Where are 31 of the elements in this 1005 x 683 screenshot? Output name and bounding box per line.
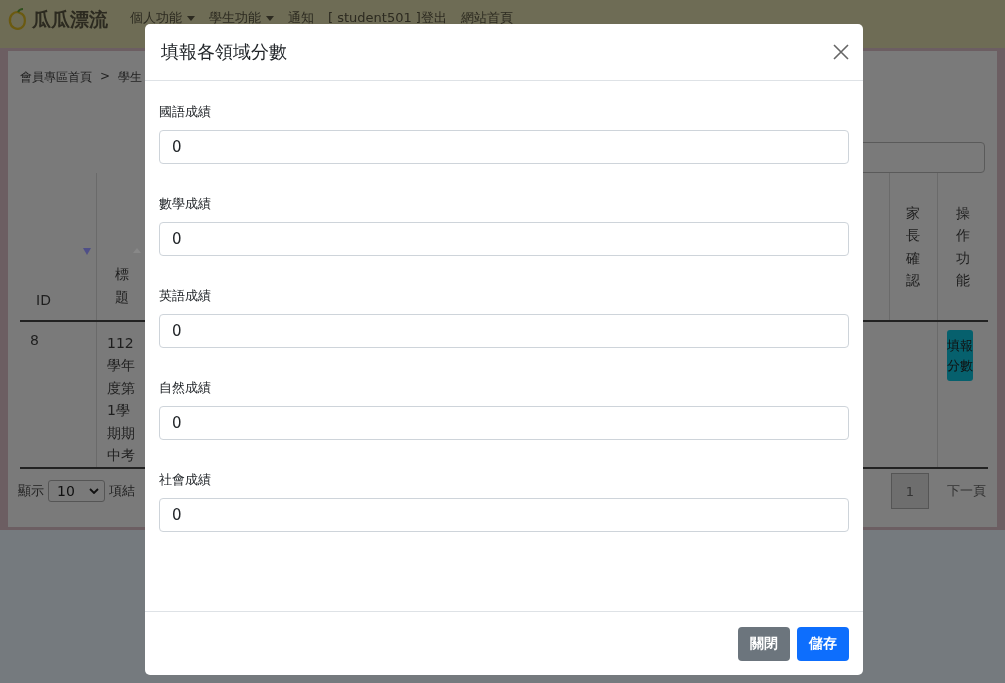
column-header[interactable]: 操作功能 — [938, 173, 988, 320]
breadcrumb-separator: > — [100, 69, 111, 85]
page-button[interactable]: 1 — [891, 473, 929, 509]
field-label: 國語成績 — [159, 103, 212, 121]
nav-link[interactable]: 通知 — [288, 9, 314, 27]
score-input[interactable]: 0 — [159, 222, 849, 256]
field-label: 數學成績 — [159, 195, 212, 213]
field-label: 社會成績 — [159, 471, 212, 489]
fill-scores-button[interactable]: 填報分數 — [947, 330, 973, 381]
field-label: 自然成績 — [159, 379, 212, 397]
nav-link[interactable]: [ student501 ]登出 — [328, 9, 447, 27]
column-header[interactable]: ID — [20, 173, 97, 320]
chevron-down-icon — [88, 488, 99, 494]
close-icon[interactable] — [833, 44, 849, 60]
breadcrumb-link[interactable]: 學生 — [118, 69, 143, 86]
modal-title: 填報各領域分數 — [161, 40, 287, 64]
length-label: 項結 — [108, 482, 135, 500]
score-input[interactable]: 0 — [159, 498, 849, 532]
nav-link[interactable]: 網站首頁 — [460, 9, 513, 27]
score-input[interactable]: 0 — [159, 406, 849, 440]
site-name: 瓜瓜漂流 — [32, 7, 108, 32]
modal-button[interactable]: 關閉 — [738, 626, 790, 661]
breadcrumb-link[interactable]: 會員專區首頁 — [20, 69, 92, 86]
page-length-select[interactable]: 10 — [48, 480, 105, 502]
score-input[interactable]: 0 — [159, 314, 849, 348]
table-cell-text: 112學年度第1學期期中考 — [107, 334, 136, 465]
score-input[interactable]: 0 — [159, 130, 849, 164]
table-cell: 8 — [30, 332, 39, 348]
modal-button[interactable]: 儲存 — [797, 626, 849, 661]
length-label: 顯示 — [18, 482, 44, 500]
field-label: 英語成績 — [159, 287, 212, 305]
